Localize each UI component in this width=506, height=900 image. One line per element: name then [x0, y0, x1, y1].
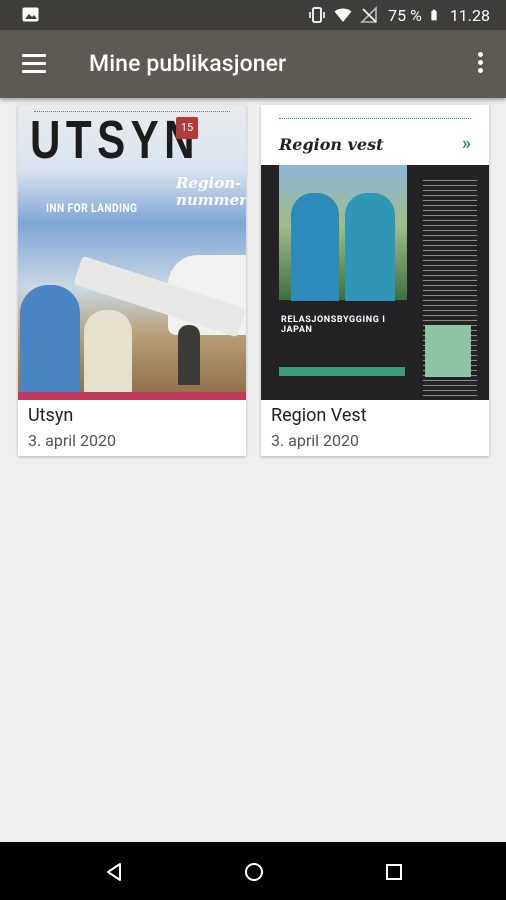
issue-badge: 15 [176, 117, 198, 139]
publication-date: 3. april 2020 [28, 431, 117, 450]
navigation-bar [0, 842, 506, 900]
page-title: Mine publikasjoner [89, 50, 287, 77]
gallery-icon [22, 7, 39, 22]
vibrate-icon [309, 7, 325, 23]
cover-image-utsyn: UTSYN 15 Region- nummer INN FOR LANDING [18, 105, 246, 400]
cover-masthead: UTSYN [30, 110, 201, 170]
publication-title: Region Vest [271, 405, 367, 426]
publication-card-utsyn[interactable]: UTSYN 15 Region- nummer INN FOR LANDING … [18, 105, 246, 456]
more-vert-icon[interactable] [476, 52, 484, 76]
chevron-icon: » [462, 133, 471, 154]
battery-percent: 75 % [388, 5, 422, 25]
home-icon[interactable] [242, 860, 266, 884]
wifi-icon [334, 8, 352, 22]
publication-date: 3. april 2020 [271, 431, 360, 450]
cover-headline: Region- nummer [176, 174, 246, 209]
cover-subheadline: INN FOR LANDING [46, 201, 138, 215]
cover-image-region-vest: Region vest » RELASJONSBYGGING I JAPAN [261, 105, 489, 400]
publication-title: Utsyn [28, 405, 74, 426]
no-signal-icon [360, 6, 377, 23]
clock: 11.28 [449, 5, 490, 25]
menu-icon[interactable] [22, 54, 46, 74]
app-bar: Mine publikasjoner [0, 30, 506, 98]
recents-icon[interactable] [382, 860, 406, 884]
publication-card-region-vest[interactable]: Region vest » RELASJONSBYGGING I JAPAN R… [261, 105, 489, 456]
cover-banner: RELASJONSBYGGING I JAPAN [281, 315, 386, 335]
back-icon[interactable] [102, 860, 126, 884]
status-bar: 75 % 11.28 [0, 0, 506, 30]
cover-masthead: Region vest [279, 135, 384, 154]
battery-icon [431, 9, 437, 21]
